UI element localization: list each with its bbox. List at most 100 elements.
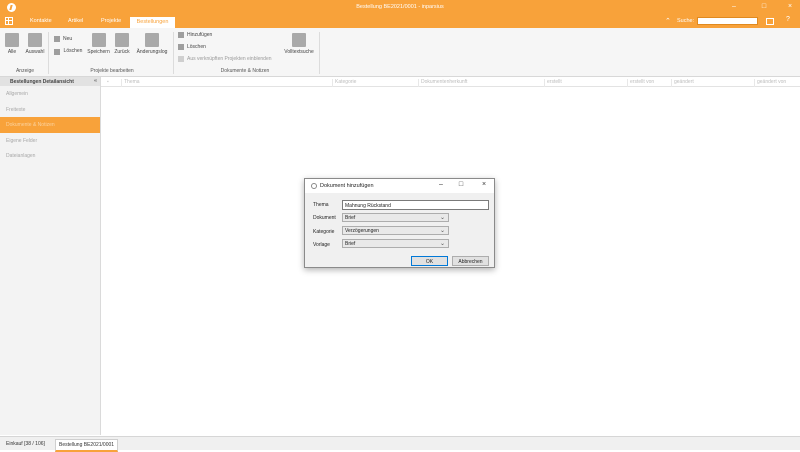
loeschen-project-button[interactable]: Löschen xyxy=(62,48,84,54)
search-input[interactable] xyxy=(697,17,758,25)
ok-button[interactable]: OK xyxy=(411,256,448,266)
printer-icon[interactable] xyxy=(766,18,774,25)
add-document-icon xyxy=(178,32,184,38)
dokument-select[interactable]: Brief ⌄ xyxy=(342,213,449,222)
group-label-dokumente: Dokumente & Notizen xyxy=(220,68,270,74)
window-title: Bestellung BE2021/0001 - inparsius xyxy=(356,4,444,10)
tab-projekte[interactable]: Projekte xyxy=(101,18,121,24)
hinzufuegen-label: Hinzufügen xyxy=(187,32,213,38)
table-icon xyxy=(5,33,19,47)
dialog-title: Dokument hinzufügen xyxy=(320,183,374,189)
menu-bar: Kontakte Artikel Projekte Bestellungen ⌃… xyxy=(0,15,800,28)
title-bar: Bestellung BE2021/0001 - inparsius – □ × xyxy=(0,0,800,15)
auswahl-label: Auswahl xyxy=(25,49,45,55)
cancel-button[interactable]: Abbrechen xyxy=(452,256,489,266)
binoculars-icon xyxy=(292,33,306,47)
minimize-button[interactable]: – xyxy=(728,3,740,10)
loeschen-doc-button[interactable]: Löschen xyxy=(178,44,206,50)
zurueck-button[interactable]: Zurück xyxy=(113,33,131,55)
info-icon xyxy=(311,183,317,189)
ribbon: Alle Auswahl Anzeige Neu Löschen Speiche… xyxy=(0,28,800,77)
dokument-label: Dokument xyxy=(313,215,336,221)
sidebar-item-freitexte[interactable]: Freitexte xyxy=(0,102,100,118)
undo-icon xyxy=(115,33,129,47)
group-separator xyxy=(48,32,49,74)
vorlage-label: Vorlage xyxy=(313,242,330,248)
tab-kontakte[interactable]: Kontakte xyxy=(30,18,52,24)
alle-button[interactable]: Alle xyxy=(4,33,20,55)
chevron-down-icon: ⌄ xyxy=(439,241,445,247)
neu-button[interactable]: Neu xyxy=(54,36,72,42)
kategorie-label: Kategorie xyxy=(313,229,335,235)
close-button[interactable]: × xyxy=(784,3,796,10)
group-separator xyxy=(319,32,320,74)
dialog-minimize-button[interactable]: – xyxy=(436,181,446,188)
delete-document-icon xyxy=(178,44,184,50)
volltextsuche-label: Volltextsuche xyxy=(284,49,314,55)
column-geaendert[interactable]: geändert xyxy=(671,79,694,87)
dokument-value: Brief xyxy=(345,215,356,221)
loeschen-project-label: Löschen xyxy=(63,48,83,54)
dialog-title-bar: Dokument hinzufügen – □ × xyxy=(305,179,494,193)
changelog-icon xyxy=(145,33,159,47)
aenderungslog-button[interactable]: Änderungslog xyxy=(134,33,170,55)
chevron-up-icon[interactable]: ⌃ xyxy=(665,17,671,25)
column-erstellt-von[interactable]: erstellt von xyxy=(627,79,654,87)
thema-input[interactable]: Mahnung Rückstand xyxy=(342,200,489,210)
tab-bestellungen[interactable]: Bestellungen xyxy=(129,16,176,28)
aus-verknuepften-button[interactable]: Aus verknüpften Projekten einblenden xyxy=(178,56,272,62)
hinzufuegen-button[interactable]: Hinzufügen xyxy=(178,32,212,38)
row-indicator-column: ▪ xyxy=(107,79,109,85)
sidebar-header: Bestellungen Detailansicht « xyxy=(0,77,100,86)
loeschen-doc-label: Löschen xyxy=(187,44,206,50)
delete-icon xyxy=(54,49,60,55)
speichern-label: Speichern xyxy=(87,49,110,55)
tab-artikel[interactable]: Artikel xyxy=(68,18,83,24)
status-bar: Einkauf [38 / 106] Bestellung BE2021/000… xyxy=(0,436,800,452)
chevron-down-icon: ⌄ xyxy=(439,228,445,234)
volltextsuche-button[interactable]: Volltextsuche xyxy=(282,33,316,55)
dialog-close-button[interactable]: × xyxy=(479,181,489,188)
dialog-maximize-button[interactable]: □ xyxy=(456,181,466,188)
aus-verknuepften-label: Aus verknüpften Projekten einblenden xyxy=(187,56,272,62)
search-label: Suche: xyxy=(677,18,695,24)
alle-label: Alle xyxy=(7,49,17,55)
auswahl-button[interactable]: Auswahl xyxy=(25,33,45,55)
table-select-icon xyxy=(28,33,42,47)
sidebar: Bestellungen Detailansicht « Allgemein F… xyxy=(0,77,101,435)
save-icon xyxy=(91,33,106,47)
sidebar-item-allgemein[interactable]: Allgemein xyxy=(0,86,100,102)
speichern-button[interactable]: Speichern xyxy=(87,33,110,55)
documents-grid-header: ▪ Thema Kategorie Dokumentenherkunft ers… xyxy=(101,77,800,87)
chevron-down-icon: ⌄ xyxy=(439,215,445,221)
status-tab-bestellung[interactable]: Bestellung BE2021/0001 xyxy=(55,439,119,452)
help-icon[interactable]: ? xyxy=(786,16,790,23)
link-icon xyxy=(178,56,184,62)
app-menu-icon[interactable] xyxy=(5,17,13,25)
status-tab-einkauf[interactable]: Einkauf [38 / 106] xyxy=(3,439,48,449)
kategorie-select[interactable]: Verzögerungen ⌄ xyxy=(342,226,449,235)
neu-label: Neu xyxy=(63,36,73,42)
group-separator xyxy=(173,32,174,74)
vorlage-value: Brief xyxy=(345,241,356,247)
sidebar-item-dateianlagen[interactable]: Dateianlagen xyxy=(0,148,100,164)
add-document-dialog: Dokument hinzufügen – □ × Thema Mahnung … xyxy=(304,178,495,268)
collapse-icon[interactable]: « xyxy=(94,78,97,84)
thema-label: Thema xyxy=(313,202,329,208)
vorlage-select[interactable]: Brief ⌄ xyxy=(342,239,449,248)
column-geaendert-von[interactable]: geändert von xyxy=(754,79,786,87)
aenderungslog-label: Änderungslog xyxy=(136,49,168,55)
new-document-icon xyxy=(54,36,60,42)
sidebar-item-dokumente[interactable]: Dokumente & Notizen xyxy=(0,117,100,133)
column-kategorie[interactable]: Kategorie xyxy=(332,79,356,87)
kategorie-value: Verzögerungen xyxy=(345,228,379,234)
column-dokumentenherkunft[interactable]: Dokumentenherkunft xyxy=(418,79,467,87)
sidebar-item-eigene-felder[interactable]: Eigene Felder xyxy=(0,133,100,149)
column-erstellt[interactable]: erstellt xyxy=(544,79,562,87)
group-label-projekte: Projekte bearbeiten xyxy=(90,68,134,74)
sidebar-header-label: Bestellungen Detailansicht xyxy=(10,79,74,85)
column-thema[interactable]: Thema xyxy=(121,79,140,87)
zurueck-label: Zurück xyxy=(114,49,130,55)
group-label-anzeige: Anzeige xyxy=(15,68,35,74)
maximize-button[interactable]: □ xyxy=(758,3,770,10)
